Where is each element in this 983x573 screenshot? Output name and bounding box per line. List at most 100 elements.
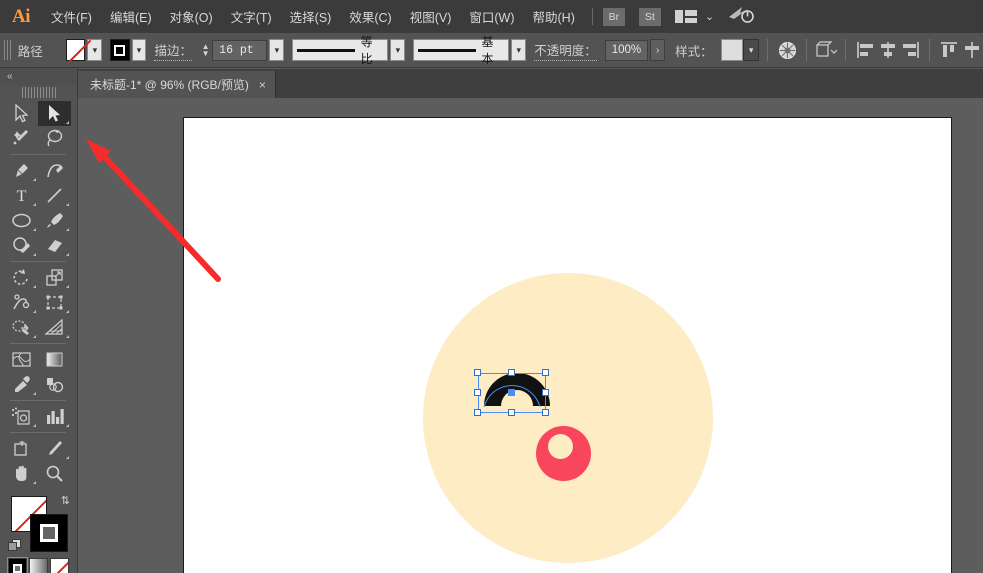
tool-shape-builder[interactable] <box>5 315 38 340</box>
chevron-down-icon[interactable]: ⌄ <box>705 10 714 23</box>
tool-lasso[interactable] <box>38 126 71 151</box>
opacity-flyout-button[interactable]: › <box>650 39 665 61</box>
menu-edit[interactable]: 编辑(E) <box>101 0 161 33</box>
flyout-indicator <box>33 178 36 181</box>
handle-bottom-left[interactable] <box>474 409 481 416</box>
handle-middle-right[interactable] <box>542 389 549 396</box>
tool-type[interactable]: T <box>5 183 38 208</box>
svg-text:T: T <box>17 188 27 205</box>
handle-bottom-right[interactable] <box>542 409 549 416</box>
control-bar-grip[interactable] <box>4 40 12 60</box>
tool-symbol-sprayer[interactable] <box>5 404 38 429</box>
stroke-swatch-button[interactable] <box>110 39 129 61</box>
tool-paintbrush[interactable] <box>38 208 71 233</box>
brush-definition-preview <box>418 49 475 52</box>
tool-mesh[interactable] <box>5 347 38 372</box>
stroke-weight-stepper[interactable]: ▲▼ <box>200 40 211 60</box>
selection-overlay <box>474 359 560 413</box>
workspace-switcher-icon[interactable] <box>675 10 697 23</box>
tool-hand[interactable] <box>5 461 38 486</box>
tool-ellipse[interactable] <box>5 208 38 233</box>
tool-shaper[interactable] <box>5 233 38 258</box>
fill-swatch-button[interactable] <box>66 39 85 61</box>
tool-panel-collapse-button[interactable]: « <box>0 68 77 85</box>
stroke-weight-label[interactable]: 描边： <box>154 40 192 61</box>
menu-help[interactable]: 帮助(H) <box>524 0 584 33</box>
brush-definition-dropdown[interactable]: ▾ <box>511 39 526 61</box>
handle-top-right[interactable] <box>542 369 549 376</box>
align-center-horizontal-icon[interactable] <box>877 37 899 63</box>
tool-magic-wand[interactable] <box>5 126 38 151</box>
control-divider-1 <box>767 39 768 61</box>
stock-button[interactable]: St <box>639 8 661 26</box>
bridge-button[interactable]: Br <box>603 8 625 26</box>
recolor-artwork-icon[interactable] <box>776 37 798 63</box>
mode-color-button[interactable] <box>8 558 27 573</box>
tool-zoom[interactable] <box>38 461 71 486</box>
artboard[interactable] <box>183 117 952 573</box>
align-middle-vertical-icon[interactable] <box>961 37 983 63</box>
tool-panel-grip[interactable] <box>22 87 56 98</box>
tool-artboard[interactable] <box>5 436 38 461</box>
tool-curvature[interactable] <box>38 158 71 183</box>
tool-eyedropper[interactable] <box>5 372 38 397</box>
document-tab-title: 未标题-1* @ 96% (RGB/预览) <box>90 76 249 93</box>
stroke-color-swatch[interactable] <box>30 514 68 552</box>
swap-fill-stroke-icon[interactable]: ⇅ <box>61 494 70 507</box>
transform-icon[interactable] <box>815 37 837 63</box>
align-right-icon[interactable] <box>899 37 921 63</box>
tool-direct-selection[interactable] <box>38 101 71 126</box>
flyout-indicator <box>66 285 69 288</box>
width-profile-label: 等比 <box>361 33 382 67</box>
width-profile-combo[interactable]: 等比 <box>292 39 388 61</box>
handle-middle-left[interactable] <box>474 389 481 396</box>
menu-window[interactable]: 窗口(W) <box>460 0 523 33</box>
tool-line-segment[interactable] <box>38 183 71 208</box>
tool-divider-2 <box>10 261 66 262</box>
menu-select[interactable]: 选择(S) <box>281 0 341 33</box>
opacity-input[interactable]: 100% <box>605 40 648 61</box>
menu-type[interactable]: 文字(T) <box>222 0 281 33</box>
tool-selection[interactable] <box>5 101 38 126</box>
tool-perspective-grid[interactable] <box>38 315 71 340</box>
tool-gradient[interactable] <box>38 347 71 372</box>
width-profile-dropdown[interactable]: ▾ <box>390 39 405 61</box>
mode-gradient-button[interactable] <box>29 558 48 573</box>
brush-definition-combo[interactable]: 基本 <box>413 39 509 61</box>
tool-eraser[interactable] <box>38 233 71 258</box>
handle-top-center[interactable] <box>508 369 515 376</box>
tool-free-transform[interactable] <box>38 290 71 315</box>
style-swatch[interactable] <box>721 39 744 61</box>
handle-top-left[interactable] <box>474 369 481 376</box>
align-left-icon[interactable] <box>854 37 876 63</box>
selection-center-point[interactable] <box>508 389 515 396</box>
mode-none-button[interactable] <box>50 558 69 573</box>
stroke-weight-dropdown[interactable]: ▾ <box>269 39 284 61</box>
menu-effect[interactable]: 效果(C) <box>340 0 400 33</box>
creative-cloud-icon[interactable] <box>728 4 754 29</box>
menu-object[interactable]: 对象(O) <box>161 0 222 33</box>
tool-blend[interactable] <box>38 372 71 397</box>
flyout-indicator <box>33 285 36 288</box>
document-tab[interactable]: 未标题-1* @ 96% (RGB/预览) × <box>78 71 276 98</box>
style-dropdown[interactable]: ▾ <box>743 39 759 61</box>
tool-slice[interactable] <box>38 436 71 461</box>
sun-circle[interactable] <box>423 273 713 563</box>
close-icon[interactable]: × <box>259 79 266 91</box>
tool-column-graph[interactable] <box>38 404 71 429</box>
stroke-dropdown[interactable]: ▾ <box>132 39 147 61</box>
opacity-label[interactable]: 不透明度： <box>534 40 597 61</box>
tool-scale[interactable] <box>38 265 71 290</box>
default-fill-stroke-icon[interactable] <box>8 539 22 553</box>
canvas-area[interactable] <box>78 98 983 573</box>
align-top-icon[interactable] <box>938 37 960 63</box>
menu-view[interactable]: 视图(V) <box>401 0 461 33</box>
fill-stroke-controls: ⇅ <box>0 492 78 554</box>
flyout-indicator <box>33 392 36 395</box>
handle-bottom-center[interactable] <box>508 409 515 416</box>
tool-width[interactable] <box>5 290 38 315</box>
tool-rotate[interactable] <box>5 265 38 290</box>
tool-pen[interactable] <box>5 158 38 183</box>
stroke-weight-input[interactable]: 16 pt <box>212 40 267 61</box>
menu-file[interactable]: 文件(F) <box>42 0 101 33</box>
